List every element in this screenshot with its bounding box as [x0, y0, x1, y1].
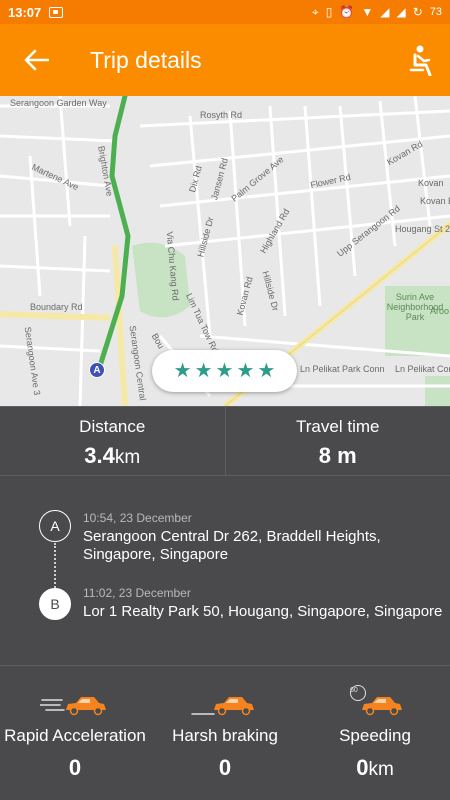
- harsh-braking-event: Harsh braking 0: [150, 666, 300, 800]
- speeding-label: Speeding: [339, 726, 411, 745]
- speeding-icon: 60: [300, 685, 450, 718]
- speeding-event: 60 Speeding 0km: [300, 666, 450, 800]
- distance-stat: Distance 3.4km: [0, 407, 225, 475]
- map-label: Kovan: [418, 178, 444, 188]
- start-address: Serangoon Central Dr 262, Braddell Heigh…: [83, 528, 381, 563]
- end-point-marker: B: [39, 588, 71, 620]
- trip-stats: Distance 3.4km Travel time 8 m: [0, 406, 450, 476]
- rapid-acceleration-label: Rapid Acceleration: [4, 726, 146, 745]
- travel-time-label: Travel time: [296, 417, 380, 436]
- map-label: Hougang St 21: [395, 224, 450, 234]
- map-label: Boundary Rd: [30, 302, 83, 312]
- speeding-value-row: 0km: [300, 755, 450, 781]
- driving-events: Rapid Acceleration 0 Harsh braking 0 60 …: [0, 666, 450, 800]
- battery-level: 73: [429, 6, 442, 18]
- map-label: Ln Pelikat Conn: [395, 364, 450, 374]
- location-icon: ⌖: [312, 4, 319, 19]
- map-label: Serangoon Garden Way: [10, 98, 107, 108]
- speeding-value: 0: [356, 755, 369, 780]
- start-time: 10:54, 23 December: [83, 511, 192, 525]
- distance-unit: km: [114, 447, 141, 468]
- arrow-back-icon: [24, 49, 49, 71]
- speeding-unit: km: [368, 759, 394, 780]
- back-button[interactable]: [0, 24, 72, 96]
- distance-value: 3.4: [84, 443, 115, 468]
- travel-time-value: 8 m: [318, 443, 357, 468]
- star-icon: ★: [257, 360, 276, 382]
- harsh-braking-value: 0: [218, 755, 232, 780]
- speed-limit-badge: 60: [350, 687, 358, 694]
- rapid-acceleration-icon: [0, 688, 150, 718]
- wifi-icon: ▼: [361, 5, 374, 19]
- map-label: Kovan Est: [420, 196, 450, 206]
- map-label: Ln Pelikat Park Conn: [300, 364, 385, 374]
- harsh-braking-label: Harsh braking: [172, 726, 278, 745]
- status-time: 13:07: [8, 4, 42, 20]
- trip-route: A B 10:54, 23 December Serangoon Central…: [0, 476, 450, 666]
- end-time: 11:02, 23 December: [83, 586, 191, 600]
- distance-label: Distance: [79, 417, 146, 436]
- alarm-icon: ⏰: [339, 5, 355, 19]
- rapid-acceleration-event: Rapid Acceleration 0: [0, 666, 150, 800]
- signal-icon-2: ◢: [396, 5, 406, 19]
- star-icon: ★: [236, 360, 255, 382]
- trip-map[interactable]: Serangoon Garden Way Rosyth Rd Brighton …: [0, 96, 450, 406]
- end-address: Lor 1 Realty Park 50, Hougang, Singapore…: [83, 603, 443, 620]
- route-connector: [54, 543, 56, 588]
- star-icon: ★: [194, 360, 213, 382]
- vibrate-icon: ▯: [325, 5, 333, 19]
- travel-time-stat: Travel time 8 m: [224, 407, 450, 475]
- notification-icon: [49, 6, 64, 18]
- app-bar: Trip details: [0, 24, 450, 96]
- map-label: Rosyth Rd: [200, 110, 243, 120]
- harsh-braking-icon: [150, 688, 300, 718]
- star-icon: ★: [215, 360, 234, 382]
- sync-icon: ↻: [412, 5, 423, 19]
- status-bar: 13:07 ⌖ ▯ ⏰ ▼ ◢ ◢ ↻ 73: [0, 0, 450, 24]
- rapid-acceleration-value: 0: [68, 755, 82, 780]
- start-point-marker: A: [39, 510, 71, 542]
- map-label: Aroo Neighb...: [430, 306, 450, 316]
- star-icon: ★: [173, 360, 192, 382]
- page-title: Trip details: [90, 46, 202, 73]
- start-marker[interactable]: A: [89, 362, 105, 378]
- trip-rating[interactable]: ★ ★ ★ ★ ★: [152, 350, 297, 392]
- status-icons: ⌖ ▯ ⏰ ▼ ◢ ◢ ↻ 73: [312, 5, 442, 20]
- signal-icon: ◢: [380, 5, 390, 19]
- passenger-seat-button[interactable]: [394, 24, 450, 96]
- distance-value-row: 3.4km: [0, 443, 225, 469]
- seat-icon: [409, 45, 432, 76]
